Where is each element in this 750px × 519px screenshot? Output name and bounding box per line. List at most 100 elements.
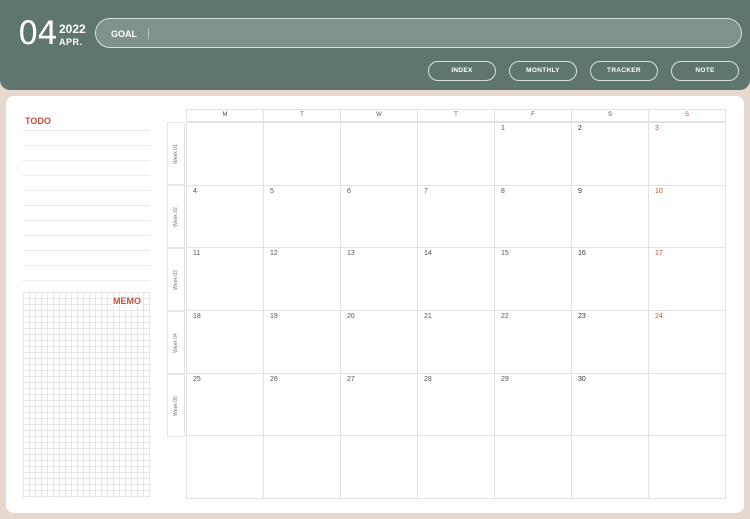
day-cell[interactable]: 19 bbox=[263, 310, 340, 373]
day-number: 17 bbox=[655, 250, 663, 258]
day-cell[interactable]: 30 bbox=[571, 372, 648, 436]
note-button[interactable]: NOTE bbox=[671, 61, 739, 81]
day-cell[interactable]: 1 bbox=[494, 122, 571, 185]
todo-line[interactable] bbox=[23, 235, 150, 236]
todo-line[interactable] bbox=[23, 250, 150, 251]
day-number: 10 bbox=[655, 187, 663, 195]
day-cell[interactable]: 23 bbox=[571, 310, 648, 373]
day-number: 28 bbox=[424, 375, 432, 383]
todo-line[interactable] bbox=[23, 190, 150, 191]
day-cell[interactable]: 16 bbox=[571, 247, 648, 310]
todo-line[interactable] bbox=[23, 280, 150, 281]
day-cell[interactable]: 12 bbox=[263, 247, 340, 310]
month-number: 04 bbox=[18, 14, 58, 52]
day-cell[interactable] bbox=[648, 435, 725, 498]
memo-area[interactable]: MEMO bbox=[23, 292, 150, 498]
day-cell[interactable] bbox=[571, 435, 648, 498]
day-number: 29 bbox=[501, 375, 509, 383]
week-label: Week 04 bbox=[167, 311, 185, 374]
memo-title: MEMO bbox=[112, 296, 142, 306]
weekday-header: MTWTFSS bbox=[186, 109, 726, 122]
day-cell[interactable]: 18 bbox=[186, 310, 263, 373]
day-cell[interactable]: 22 bbox=[494, 310, 571, 373]
day-number: 13 bbox=[347, 250, 355, 258]
week-label-text: Week 01 bbox=[173, 143, 179, 164]
weekday-label: F bbox=[494, 110, 571, 121]
day-cell[interactable] bbox=[186, 435, 263, 498]
day-number: 27 bbox=[347, 375, 355, 383]
todo-line[interactable] bbox=[23, 220, 150, 221]
weekday-label: T bbox=[263, 110, 340, 121]
goal-input[interactable]: GOAL bbox=[95, 18, 742, 48]
tracker-button[interactable]: TRACKER bbox=[590, 61, 658, 81]
day-cell[interactable] bbox=[417, 435, 494, 498]
todo-line[interactable] bbox=[23, 145, 150, 146]
day-cell[interactable]: 17 bbox=[648, 247, 725, 310]
week-label-text: Week 03 bbox=[173, 269, 179, 290]
day-cell[interactable] bbox=[263, 122, 340, 185]
day-cell[interactable]: 14 bbox=[417, 247, 494, 310]
day-cell[interactable] bbox=[263, 435, 340, 498]
day-cell[interactable]: 5 bbox=[263, 184, 340, 248]
day-number: 19 bbox=[270, 313, 278, 320]
todo-title: TODO bbox=[25, 116, 51, 126]
todo-line[interactable] bbox=[23, 130, 150, 131]
day-cell[interactable] bbox=[417, 122, 494, 185]
day-cell[interactable]: 21 bbox=[417, 310, 494, 373]
todo-line[interactable] bbox=[23, 265, 150, 266]
day-number: 5 bbox=[270, 187, 274, 195]
day-cell[interactable]: 6 bbox=[340, 184, 417, 248]
day-cell[interactable]: 24 bbox=[648, 310, 725, 373]
year-label: 2022 bbox=[59, 22, 86, 36]
day-cell[interactable]: 2 bbox=[571, 122, 648, 185]
monthly-button[interactable]: MONTHLY bbox=[509, 61, 577, 81]
top-bar: 04 2022 APR. GOAL INDEX MONTHLY TRACKER … bbox=[0, 0, 750, 90]
day-cell[interactable]: 29 bbox=[494, 372, 571, 436]
day-cell[interactable] bbox=[340, 122, 417, 185]
day-cell[interactable]: 8 bbox=[494, 184, 571, 248]
day-cell[interactable] bbox=[340, 435, 417, 498]
day-number: 15 bbox=[501, 250, 509, 258]
week-label-text: Week 02 bbox=[173, 206, 179, 227]
weekday-label: T bbox=[417, 110, 494, 121]
day-cell[interactable]: 9 bbox=[571, 184, 648, 248]
day-cell[interactable]: 20 bbox=[340, 310, 417, 373]
weekday-label: W bbox=[340, 110, 417, 121]
day-cell[interactable]: 25 bbox=[186, 372, 263, 436]
todo-line[interactable] bbox=[23, 160, 150, 161]
day-number: 20 bbox=[347, 313, 355, 320]
month-abbr: APR. bbox=[59, 37, 83, 47]
day-number: 9 bbox=[578, 187, 582, 195]
todo-line[interactable] bbox=[23, 175, 150, 176]
goal-label: GOAL bbox=[111, 29, 137, 39]
day-cell[interactable]: 3 bbox=[648, 122, 725, 185]
day-number: 3 bbox=[655, 125, 659, 132]
day-cell[interactable]: 13 bbox=[340, 247, 417, 310]
week-label: Week 02 bbox=[167, 185, 185, 248]
weekday-label: S bbox=[571, 110, 648, 121]
day-number: 22 bbox=[501, 313, 509, 320]
index-button[interactable]: INDEX bbox=[428, 61, 496, 81]
day-cell[interactable]: 26 bbox=[263, 372, 340, 436]
day-number: 26 bbox=[270, 375, 278, 383]
day-cell[interactable] bbox=[494, 435, 571, 498]
weekday-label: M bbox=[222, 112, 228, 118]
day-cell[interactable]: 15 bbox=[494, 247, 571, 310]
day-cell[interactable]: 10 bbox=[648, 184, 725, 248]
day-cell[interactable]: 11 bbox=[186, 247, 263, 310]
day-cell[interactable]: 27 bbox=[340, 372, 417, 436]
calendar-grid: 1 2 3 4 5 6 7 8 9 10 11 12 13 14 15 16 17 18 19 20 21 22 23 24 2… bbox=[186, 122, 726, 499]
week-label: Week 01 bbox=[167, 122, 185, 185]
day-number: 16 bbox=[578, 250, 586, 258]
day-number: 24 bbox=[655, 313, 663, 320]
day-cell[interactable] bbox=[648, 372, 725, 436]
day-cell[interactable] bbox=[186, 122, 263, 185]
week-label: Week 05 bbox=[167, 374, 185, 437]
day-cell[interactable]: 28 bbox=[417, 372, 494, 436]
todo-line[interactable] bbox=[23, 205, 150, 206]
day-number: 12 bbox=[270, 250, 278, 258]
day-cell[interactable]: 4 bbox=[186, 184, 263, 248]
day-cell[interactable]: 7 bbox=[417, 184, 494, 248]
day-number: 6 bbox=[347, 187, 351, 195]
day-number: 30 bbox=[578, 375, 586, 383]
